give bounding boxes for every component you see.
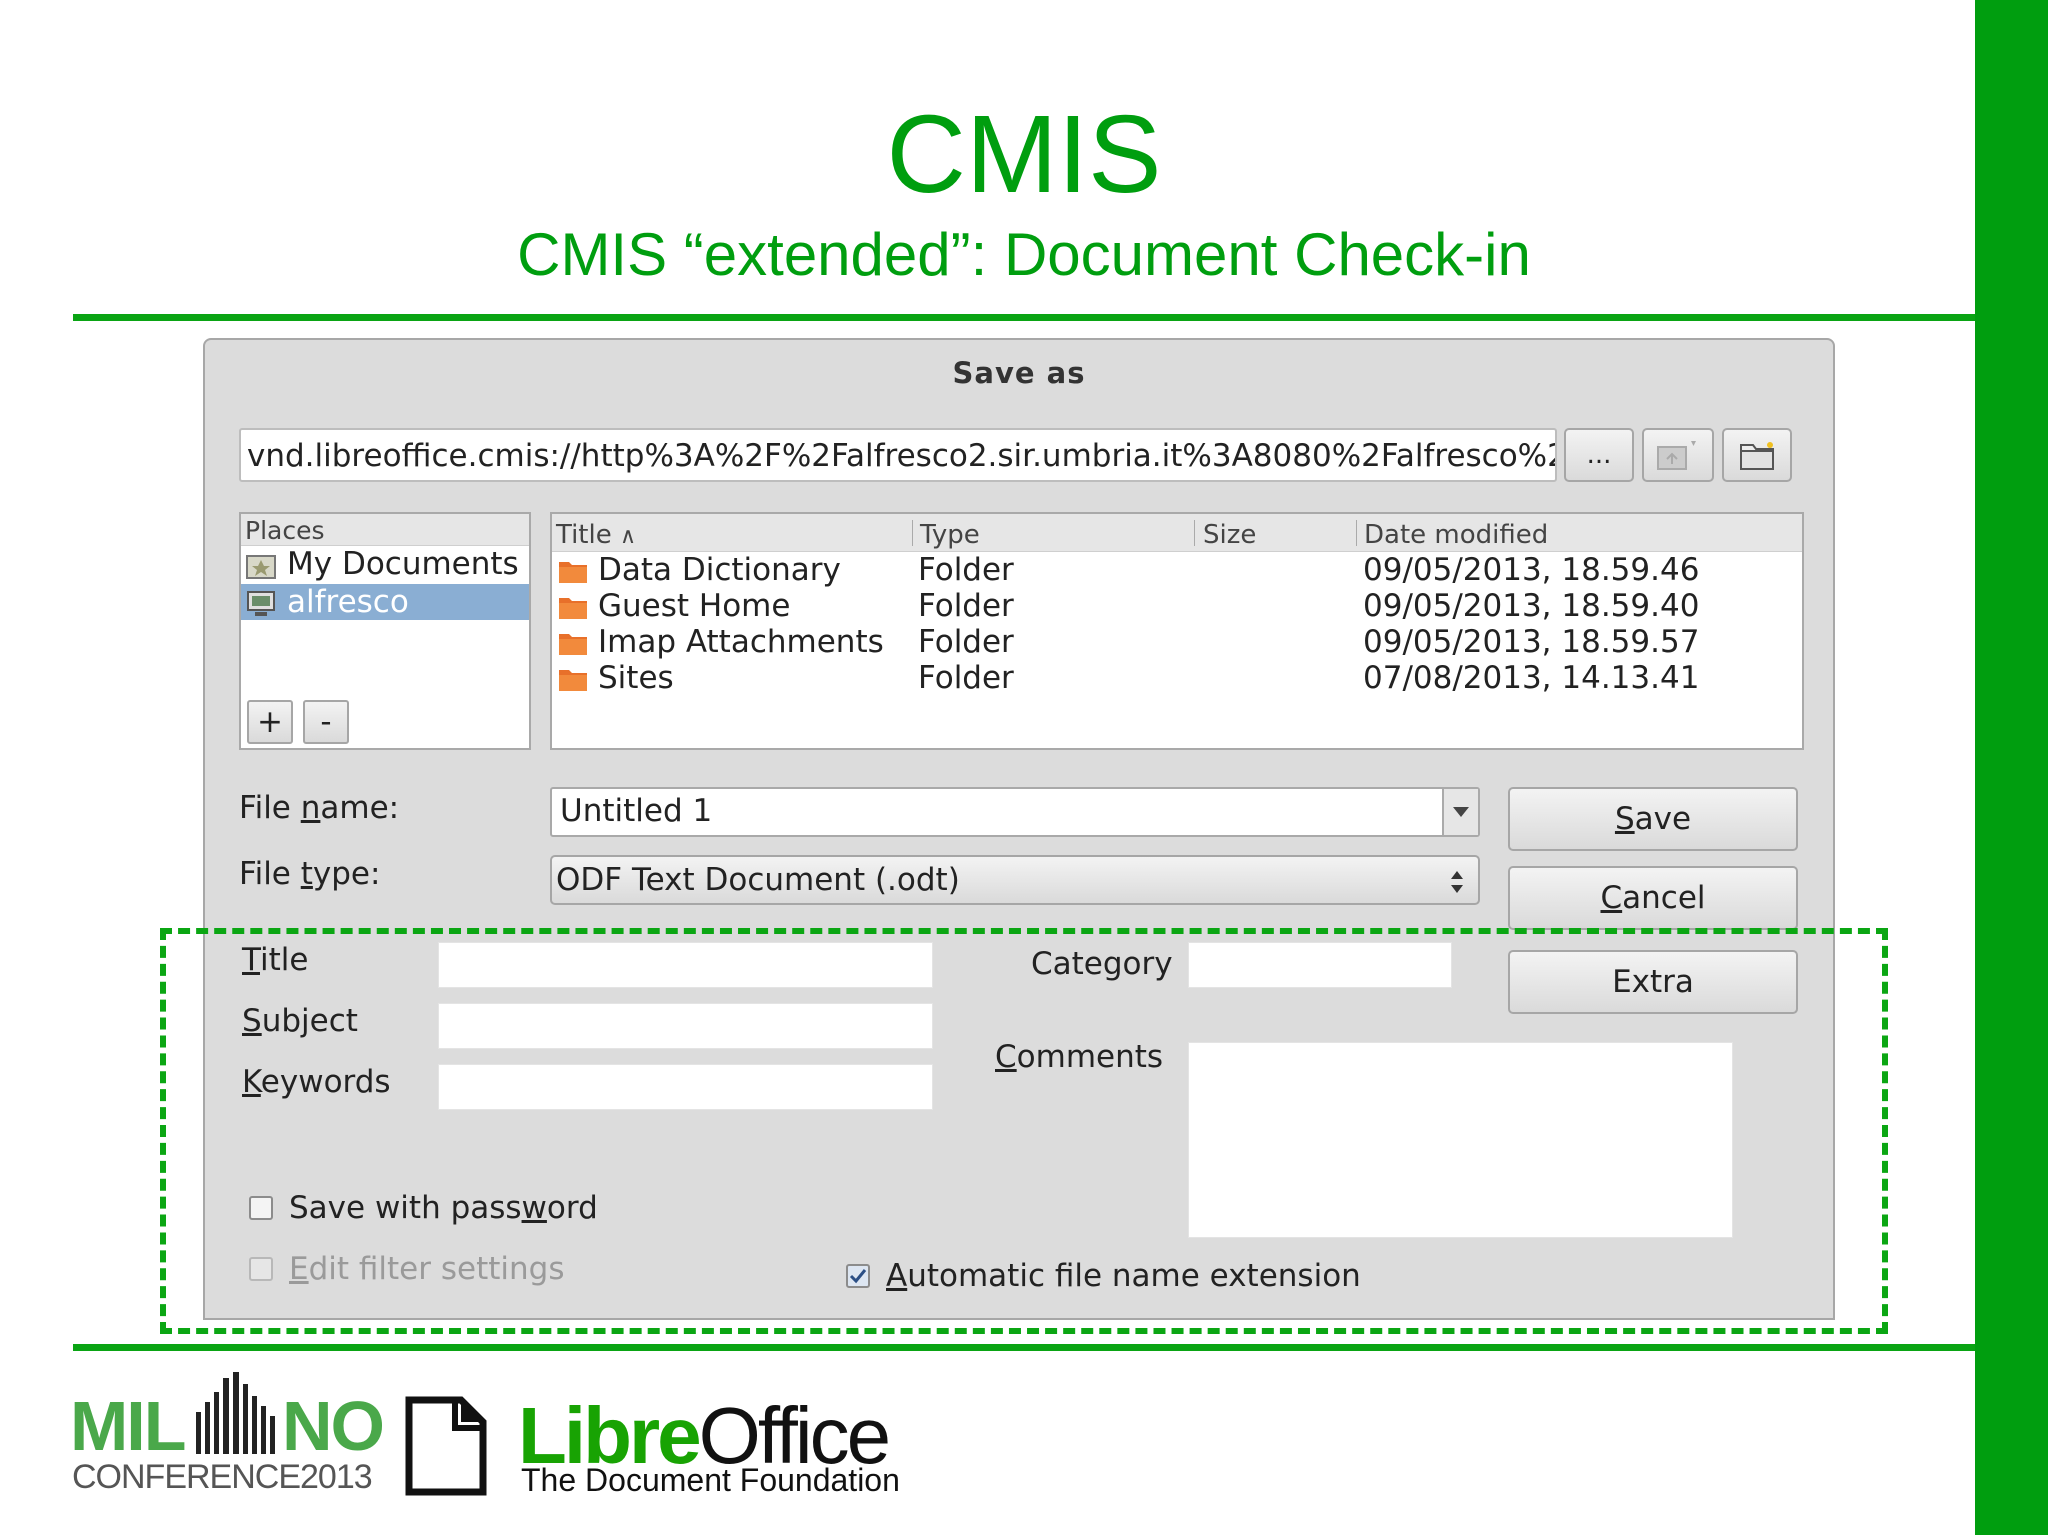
file-name-label: File name: (239, 790, 400, 826)
milano-right: NO (282, 1387, 385, 1465)
chevron-down-icon (1453, 807, 1469, 817)
folder-icon (559, 562, 587, 583)
file-list: Title ∧ Type Size Date modified Data Dic… (550, 512, 1804, 750)
foundation-text: The Document Foundation (521, 1462, 900, 1498)
folder-icon (559, 634, 587, 655)
new-folder-icon (1740, 442, 1774, 470)
save-button[interactable]: Save (1508, 787, 1798, 851)
path-input[interactable]: vnd.libreoffice.cmis://http%3A%2F%2Falfr… (239, 428, 1557, 482)
column-type[interactable]: Type (920, 520, 980, 550)
table-row[interactable]: Sites Folder 07/08/2013, 14.13.41 (552, 660, 1802, 696)
table-row[interactable]: Data Dictionary Folder 09/05/2013, 18.59… (552, 552, 1802, 588)
remove-place-button[interactable]: - (303, 700, 349, 744)
bottom-divider (73, 1344, 1975, 1351)
table-row[interactable]: Imap Attachments Folder 09/05/2013, 18.5… (552, 624, 1802, 660)
level-up-button[interactable] (1642, 428, 1714, 482)
column-title[interactable]: Title ∧ (556, 520, 636, 550)
folder-up-icon (1657, 441, 1696, 470)
place-item-my-documents[interactable]: My Documents (241, 546, 529, 582)
places-header: Places (245, 516, 325, 545)
slide-title: CMIS (886, 93, 1162, 216)
milano-left: MIL (70, 1387, 187, 1465)
dialog-title: Save as (952, 356, 1086, 390)
create-folder-button[interactable] (1722, 428, 1792, 482)
file-name-combo[interactable]: Untitled 1 (550, 787, 1480, 837)
libreoffice-document-icon (405, 1396, 487, 1496)
city-skyline-icon (196, 1372, 275, 1454)
file-name-value: Untitled 1 (560, 793, 713, 829)
top-divider (73, 314, 1975, 321)
slide-subtitle: CMIS “extended”: Document Check-in (517, 221, 1531, 288)
table-row[interactable]: Guest Home Folder 09/05/2013, 18.59.40 (552, 588, 1802, 624)
browse-button[interactable]: ... (1564, 428, 1634, 482)
places-panel: Places My Documents alfresco + - (239, 512, 531, 750)
spin-arrows-icon (1451, 871, 1463, 893)
conference-text: CONFERENCE2013 (72, 1458, 373, 1496)
milano-conference-logo: MIL NO CONFERENCE2013 (70, 1370, 385, 1500)
file-type-label: File type: (239, 856, 381, 892)
folder-icon (559, 670, 587, 691)
folder-icon (559, 598, 587, 619)
place-item-alfresco[interactable]: alfresco (241, 584, 529, 620)
column-date[interactable]: Date modified (1364, 520, 1548, 550)
documents-icon (246, 555, 276, 579)
column-size[interactable]: Size (1203, 520, 1256, 550)
extended-properties-highlight (160, 928, 1888, 1334)
file-type-select[interactable]: ODF Text Document (.odt) (550, 855, 1480, 905)
add-place-button[interactable]: + (247, 700, 293, 744)
cancel-button[interactable]: Cancel (1508, 866, 1798, 930)
path-text: vnd.libreoffice.cmis://http%3A%2F%2Falfr… (247, 438, 1557, 474)
file-name-dropdown-button[interactable] (1442, 789, 1478, 835)
slide: CMIS CMIS “extended”: Document Check-in … (0, 0, 2048, 1535)
server-icon (247, 591, 275, 616)
file-list-header: Title ∧ Type Size Date modified (552, 514, 1802, 552)
